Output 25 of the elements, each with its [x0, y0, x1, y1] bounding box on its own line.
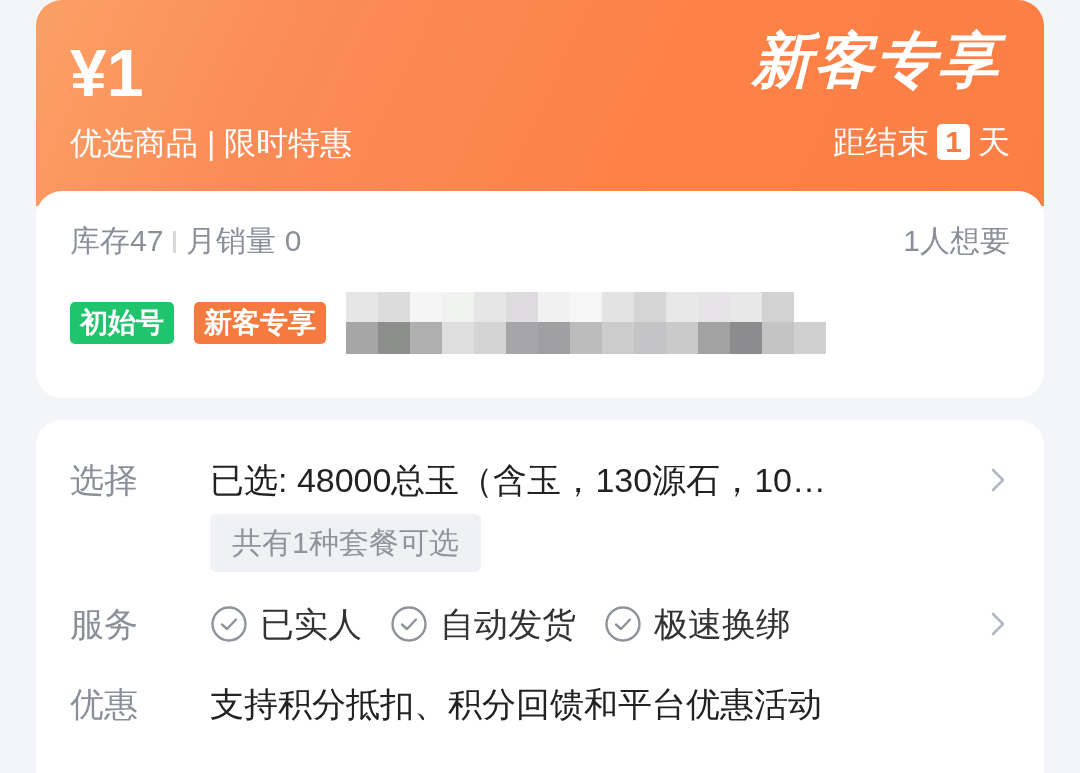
countdown-unit: 天 [978, 123, 1010, 162]
tag: 初始号 [70, 302, 174, 344]
stock-count: 库存47 [70, 223, 164, 259]
service-item: 自动发货 [440, 604, 576, 646]
select-label: 选择 [70, 460, 139, 501]
tag: 新客专享 [194, 302, 326, 344]
selected-option[interactable]: 已选: 48000总玉（含玉，130源石，10… [210, 458, 990, 503]
wants-count: 1人想要 [903, 223, 1010, 259]
monthly-sales: 月销量 0 [186, 223, 302, 259]
check-circle-icon [390, 605, 428, 644]
service-item: 已实人 [260, 604, 362, 646]
price: ¥1 [70, 40, 145, 106]
discount-text: 支持积分抵扣、积分回馈和平台优惠活动 [210, 684, 823, 726]
chevron-right-icon[interactable] [990, 611, 1006, 638]
countdown-label: 距结束 [833, 123, 930, 162]
discount-label: 优惠 [70, 684, 139, 726]
promo-title: 新客专享 [744, 26, 1010, 95]
service-label: 服务 [70, 604, 139, 646]
countdown-number: 1 [937, 124, 970, 161]
options-hint: 共有1种套餐可选 [210, 514, 481, 573]
service-item: 极速换绑 [654, 604, 790, 646]
check-circle-icon [604, 605, 642, 644]
promo-subtitle: 优选商品 | 限时特惠 [70, 124, 353, 163]
check-circle-icon [210, 605, 248, 644]
chevron-right-icon[interactable] [990, 467, 1006, 494]
